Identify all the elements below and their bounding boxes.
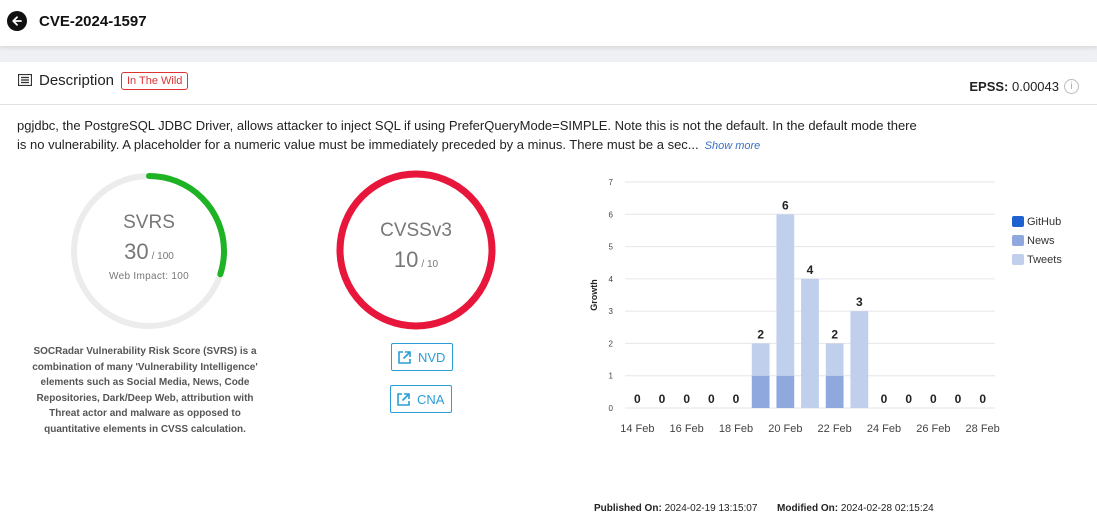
- chart-legend: GitHub News Tweets: [1012, 212, 1062, 269]
- bar-news: [825, 375, 844, 408]
- data-label: 0: [905, 392, 912, 406]
- legend-label-news: News: [1027, 234, 1055, 247]
- card-header: Description In The Wild EPSS: 0.00043 i: [0, 62, 1097, 105]
- list-icon: [17, 73, 33, 91]
- modified-label: Modified On:: [777, 503, 839, 514]
- x-tick-label: 14 Feb: [620, 423, 654, 435]
- data-label: 4: [807, 263, 814, 277]
- data-label: 0: [930, 392, 937, 406]
- in-the-wild-badge: In The Wild: [121, 72, 189, 90]
- cvss-score-max: / 10: [421, 259, 439, 270]
- cvss-gauge: CVSSv3 10/ 10: [334, 168, 498, 332]
- y-tick-label: 4: [609, 275, 614, 284]
- description-text: pgjdbc, the PostgreSQL JDBC Driver, allo…: [17, 116, 917, 156]
- data-label: 0: [733, 392, 740, 406]
- external-link-icon: [398, 350, 411, 364]
- cvss-score: 10/ 10: [334, 247, 498, 273]
- legend-label-github: GitHub: [1027, 215, 1062, 228]
- info-icon[interactable]: i: [1064, 79, 1079, 94]
- data-label: 0: [683, 392, 690, 406]
- legend-swatch-news: [1012, 235, 1024, 246]
- description-card: Description In The Wild EPSS: 0.00043 i …: [0, 62, 1097, 523]
- y-tick-label: 6: [609, 210, 614, 219]
- x-tick-label: 20 Feb: [768, 423, 802, 435]
- bar-tweets: [801, 278, 819, 408]
- external-link-icon: [397, 392, 410, 406]
- bar-tweets: [850, 311, 869, 408]
- bar-news: [776, 375, 795, 408]
- epss-value: 0.00043: [1012, 79, 1059, 94]
- cna-label: CNA: [417, 391, 445, 407]
- published-label: Published On:: [594, 503, 662, 514]
- data-label: 6: [782, 198, 789, 212]
- modified-value: 2024-02-28 02:15:24: [840, 503, 934, 514]
- nvd-button[interactable]: NVD: [391, 343, 454, 371]
- data-label: 0: [979, 392, 986, 406]
- x-tick-label: 18 Feb: [719, 423, 753, 435]
- bar-tweets: [825, 343, 844, 376]
- bar-tweets: [776, 214, 795, 376]
- legend-label-tweets: Tweets: [1027, 253, 1062, 266]
- top-bar: CVE-2024-1597: [0, 0, 1097, 46]
- x-tick-label: 22 Feb: [818, 423, 852, 435]
- cvss-score-value: 10: [393, 247, 419, 272]
- data-label: 0: [659, 392, 666, 406]
- modified-on: Modified On: 2024-02-28 02:15:24: [777, 503, 934, 514]
- x-tick-label: 28 Feb: [966, 423, 1000, 435]
- legend-swatch-tweets: [1012, 254, 1024, 265]
- growth-chart: 0 1 2 3 4 5 6 7 Growth 0 0 0 0 0 2 6 4 2 3 0 0 0 0 0 14 Feb 16 Fe…: [589, 178, 1000, 435]
- published-on: Published On: 2024-02-19 13:15:07: [594, 503, 757, 514]
- epss-label: EPSS:: [969, 79, 1009, 94]
- svrs-score-max: / 100: [151, 251, 174, 262]
- data-label: 0: [955, 392, 962, 406]
- epss-score: EPSS: 0.00043: [969, 79, 1059, 94]
- y-tick-label: 3: [609, 307, 614, 316]
- cna-button[interactable]: CNA: [390, 385, 453, 413]
- y-axis-label: Growth: [589, 279, 599, 311]
- data-label: 3: [856, 295, 863, 309]
- y-tick-label: 7: [609, 178, 614, 187]
- svrs-score: 30/ 100: [68, 239, 230, 265]
- web-impact: Web Impact: 100: [109, 271, 189, 282]
- bar-tweets: [751, 343, 770, 376]
- show-more-link[interactable]: Show more: [705, 140, 761, 152]
- data-label: 0: [708, 392, 715, 406]
- page-title: CVE-2024-1597: [39, 13, 147, 30]
- svrs-description: SOCRadar Vulnerability Risk Score (SVRS)…: [32, 346, 258, 435]
- y-tick-label: 1: [609, 372, 614, 381]
- svrs-title: SVRS: [123, 212, 175, 233]
- data-label: 2: [757, 327, 764, 341]
- published-value: 2024-02-19 13:15:07: [664, 503, 758, 514]
- description-body: pgjdbc, the PostgreSQL JDBC Driver, allo…: [17, 118, 917, 152]
- bar-news: [751, 375, 770, 408]
- y-tick-label: 5: [609, 243, 614, 252]
- data-label: 2: [831, 327, 838, 341]
- description-title: Description: [39, 72, 115, 89]
- legend-tweets[interactable]: Tweets: [1012, 250, 1062, 269]
- svrs-score-value: 30: [124, 239, 149, 264]
- x-tick-label: 26 Feb: [916, 423, 950, 435]
- legend-github[interactable]: GitHub: [1012, 212, 1062, 231]
- cvss-title: CVSSv3: [380, 220, 452, 241]
- x-tick-label: 16 Feb: [670, 423, 704, 435]
- data-label: 0: [881, 392, 888, 406]
- svrs-gauge: SVRS 30/ 100 Web Impact: 100: [68, 170, 230, 332]
- legend-news[interactable]: News: [1012, 231, 1062, 250]
- x-tick-label: 24 Feb: [867, 423, 901, 435]
- back-arrow-icon[interactable]: [7, 11, 27, 31]
- nvd-label: NVD: [418, 349, 446, 365]
- legend-swatch-github: [1012, 216, 1024, 227]
- y-tick-label: 0: [609, 404, 614, 413]
- y-tick-label: 2: [609, 339, 614, 348]
- data-label: 0: [634, 392, 641, 406]
